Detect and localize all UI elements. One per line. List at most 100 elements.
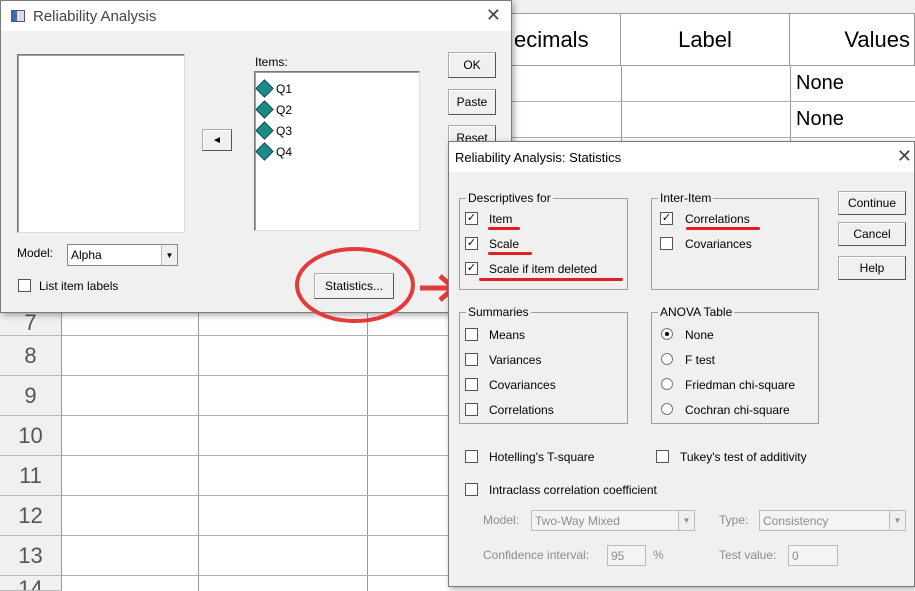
icc-type-dropdown[interactable]: Consistency ▼ xyxy=(759,510,906,531)
ci-unit: % xyxy=(653,548,664,562)
anova-none-radio[interactable] xyxy=(661,328,673,340)
row-header[interactable]: 12 xyxy=(0,496,62,536)
row-header[interactable]: 14 xyxy=(0,576,62,591)
column-header-label[interactable]: Label xyxy=(621,14,790,66)
ci-input[interactable]: 95 xyxy=(607,545,646,566)
inter-item-label: Inter-Item xyxy=(658,191,714,205)
descriptives-label: Descriptives for xyxy=(466,191,553,205)
anova-ftest-label: F test xyxy=(685,353,716,367)
annotation-circle xyxy=(295,247,415,323)
dialog-title: Reliability Analysis xyxy=(33,7,157,25)
inter-correlations-checkbox[interactable]: ✓ xyxy=(660,212,673,225)
model-dropdown-value: Alpha xyxy=(71,248,102,262)
ci-label: Confidence interval: xyxy=(483,548,590,562)
item-checkbox[interactable]: ✓ xyxy=(465,212,478,225)
items-list[interactable]: Q1 Q2 Q3 Q4 xyxy=(254,71,420,231)
list-item[interactable]: Q3 xyxy=(255,120,419,141)
list-item-labels-label: List item labels xyxy=(39,279,119,293)
icc-type-label: Type: xyxy=(719,513,749,527)
summary-correlations-checkbox[interactable] xyxy=(465,403,478,416)
summary-covariances-checkbox[interactable] xyxy=(465,378,478,391)
anova-ftest-radio[interactable] xyxy=(661,353,673,365)
list-item[interactable]: Q2 xyxy=(255,99,419,120)
scale-variable-icon xyxy=(255,121,274,140)
grid-line xyxy=(62,495,452,496)
annotation-underline xyxy=(488,252,532,255)
variables-list[interactable] xyxy=(17,54,185,233)
item-label: Q2 xyxy=(276,102,293,117)
row-header[interactable]: 9 xyxy=(0,376,62,416)
anova-cochran-radio[interactable] xyxy=(661,403,673,415)
row-header[interactable]: 7 xyxy=(0,310,62,336)
column-header-values[interactable]: Values xyxy=(790,14,915,66)
summary-covariances-label: Covariances xyxy=(489,378,556,392)
anova-friedman-radio[interactable] xyxy=(661,378,673,390)
scale-variable-icon xyxy=(255,79,274,98)
item-label: Q3 xyxy=(276,123,293,138)
row-header[interactable]: 10 xyxy=(0,416,62,456)
icc-label: Intraclass correlation coefficient xyxy=(489,483,657,497)
app-icon xyxy=(11,10,25,22)
row-header[interactable]: 13 xyxy=(0,536,62,576)
annotation-underline xyxy=(488,227,520,230)
statistics-titlebar[interactable]: Reliability Analysis: Statistics ✕ xyxy=(449,142,914,172)
model-dropdown[interactable]: Alpha ▼ xyxy=(67,244,178,266)
move-item-button[interactable]: ◄ xyxy=(202,129,232,151)
test-value-label: Test value: xyxy=(719,548,777,562)
grid-line xyxy=(62,455,452,456)
scale-if-deleted-label: Scale if item deleted xyxy=(489,262,598,276)
close-icon[interactable]: ✕ xyxy=(897,146,912,167)
list-item[interactable]: Q1 xyxy=(255,78,419,99)
column-header-decimals[interactable]: ecimals xyxy=(500,14,621,66)
item-label: Item xyxy=(489,212,513,226)
values-cell-row-1[interactable]: None xyxy=(790,66,915,102)
inter-covariances-label: Covariances xyxy=(685,237,752,251)
grid-line xyxy=(62,575,452,576)
dialog-titlebar[interactable]: Reliability Analysis ✕ xyxy=(1,1,511,31)
row-header[interactable]: 11 xyxy=(0,456,62,496)
icc-checkbox[interactable] xyxy=(465,483,478,496)
variances-checkbox[interactable] xyxy=(465,353,478,366)
scale-if-deleted-checkbox[interactable]: ✓ xyxy=(465,262,478,275)
item-label: Q1 xyxy=(276,81,293,96)
annotation-underline xyxy=(479,278,623,281)
inter-correlations-label: Correlations xyxy=(685,212,750,226)
statistics-dialog: Reliability Analysis: Statistics ✕ Descr… xyxy=(448,141,915,587)
close-icon[interactable]: ✕ xyxy=(486,5,501,26)
scale-variable-icon xyxy=(255,142,274,161)
icc-type-value: Consistency xyxy=(763,513,829,528)
scale-label: Scale xyxy=(489,237,520,251)
anova-friedman-label: Friedman chi-square xyxy=(685,378,796,392)
continue-button[interactable]: Continue xyxy=(838,191,906,215)
annotation-underline xyxy=(686,227,760,230)
grid-line xyxy=(790,66,791,148)
items-label: Items: xyxy=(255,55,288,69)
ok-button[interactable]: OK xyxy=(448,52,496,78)
paste-button[interactable]: Paste xyxy=(448,89,496,115)
hotelling-label: Hotelling's T-square xyxy=(489,450,595,464)
inter-covariances-checkbox[interactable] xyxy=(660,237,673,250)
hotelling-checkbox[interactable] xyxy=(465,450,478,463)
icc-model-dropdown[interactable]: Two-Way Mixed ▼ xyxy=(531,510,695,531)
values-cell-row-2[interactable]: None xyxy=(790,102,915,138)
grid-line xyxy=(198,310,199,591)
grid-line xyxy=(62,375,452,376)
grid-line xyxy=(621,66,622,148)
anova-none-label: None xyxy=(685,328,714,342)
annotation-overlay xyxy=(295,247,457,323)
tukey-label: Tukey's test of additivity xyxy=(680,450,807,464)
summaries-label: Summaries xyxy=(466,305,531,319)
list-item-labels-checkbox[interactable] xyxy=(18,279,31,292)
list-item[interactable]: Q4 xyxy=(255,141,419,162)
anova-cochran-label: Cochran chi-square xyxy=(685,403,790,417)
grid-line xyxy=(500,101,915,102)
cancel-button[interactable]: Cancel xyxy=(838,222,906,246)
means-checkbox[interactable] xyxy=(465,328,478,341)
grid-line xyxy=(500,137,915,138)
icc-model-label: Model: xyxy=(483,513,520,527)
scale-checkbox[interactable]: ✓ xyxy=(465,237,478,250)
row-header[interactable]: 8 xyxy=(0,336,62,376)
tukey-checkbox[interactable] xyxy=(656,450,669,463)
help-button[interactable]: Help xyxy=(838,256,906,280)
test-value-input[interactable]: 0 xyxy=(788,545,838,566)
